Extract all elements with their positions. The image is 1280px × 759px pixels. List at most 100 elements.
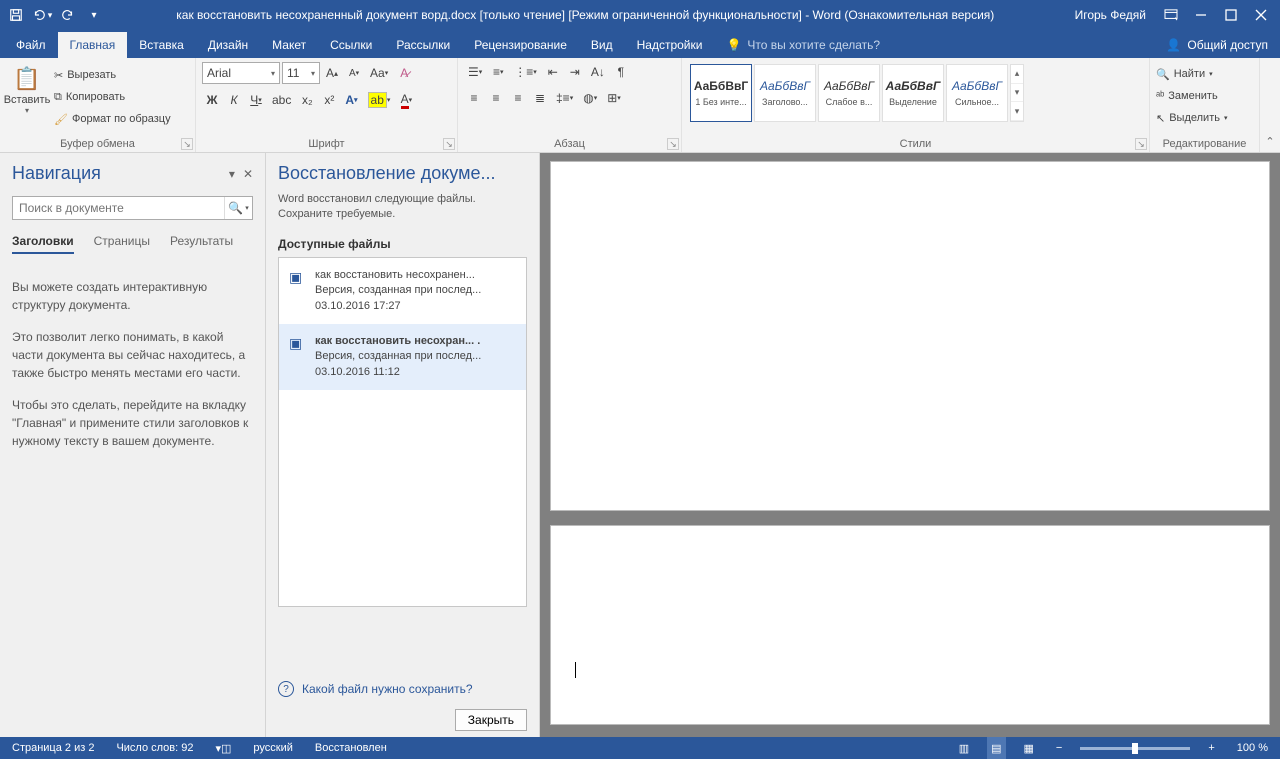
search-button[interactable]: 🔍▾ <box>224 197 252 219</box>
word-doc-icon: ▣ <box>289 335 307 353</box>
copy-button[interactable]: ⧉Копировать <box>54 87 171 107</box>
tab-design[interactable]: Дизайн <box>196 32 260 58</box>
borders-button[interactable]: ⊞▾ <box>603 88 625 108</box>
select-button[interactable]: ↖Выделить▾ <box>1156 108 1227 128</box>
page-indicator[interactable]: Страница 2 из 2 <box>8 737 98 759</box>
search-icon: 🔍 <box>1156 68 1170 81</box>
font-size-combo[interactable]: 11▾ <box>282 62 320 84</box>
web-layout-icon[interactable]: ▦ <box>1020 737 1038 759</box>
recovery-close-button[interactable]: Закрыть <box>455 709 527 731</box>
italic-button[interactable]: К <box>224 90 244 110</box>
cut-button[interactable]: ✂Вырезать <box>54 65 171 85</box>
grow-font-button[interactable]: A▴ <box>322 63 342 83</box>
collapse-ribbon-button[interactable]: ⌃ <box>1260 58 1280 152</box>
close-icon[interactable] <box>1246 0 1276 30</box>
zoom-level[interactable]: 100 % <box>1233 737 1272 759</box>
zoom-slider[interactable] <box>1080 747 1190 750</box>
minimize-icon[interactable] <box>1186 0 1216 30</box>
tell-me[interactable]: 💡Что вы хотите сделать? <box>714 32 892 58</box>
qat-customize-icon[interactable]: ▾ <box>82 3 106 27</box>
undo-icon[interactable]: ▾ <box>30 3 54 27</box>
bold-button[interactable]: Ж <box>202 90 222 110</box>
font-dialog-launcher[interactable]: ↘ <box>443 138 455 150</box>
status-bar: Страница 2 из 2 Число слов: 92 ▾◫ русски… <box>0 737 1280 759</box>
tab-review[interactable]: Рецензирование <box>462 32 579 58</box>
style-strong[interactable]: АаБбВвГСильное... <box>946 64 1008 122</box>
tab-mailings[interactable]: Рассылки <box>384 32 462 58</box>
change-case-button[interactable]: Aa▾ <box>366 63 392 83</box>
styles-gallery[interactable]: АаБбВвГ1 Без инте... АаБбВвГЗаголово... … <box>688 62 1026 124</box>
search-input[interactable] <box>13 197 224 219</box>
tab-home[interactable]: Главная <box>58 32 128 58</box>
show-marks-button[interactable]: ¶ <box>611 62 631 82</box>
tab-references[interactable]: Ссылки <box>318 32 384 58</box>
style-subtle[interactable]: АаБбВвГСлабое в... <box>818 64 880 122</box>
zoom-in-button[interactable]: + <box>1204 737 1218 759</box>
multilevel-button[interactable]: ⋮≡▾ <box>510 62 541 82</box>
ribbon-display-icon[interactable] <box>1156 0 1186 30</box>
share-button[interactable]: 👤Общий доступ <box>1154 32 1280 58</box>
decrease-indent-button[interactable]: ⇤ <box>543 62 563 82</box>
text-effects-button[interactable]: A▾ <box>341 90 361 110</box>
page[interactable] <box>550 161 1270 511</box>
tab-view[interactable]: Вид <box>579 32 625 58</box>
recovery-item[interactable]: ▣ как восстановить несохран... . Версия,… <box>279 324 526 390</box>
style-emphasis[interactable]: АаБбВвГВыделение <box>882 64 944 122</box>
save-icon[interactable] <box>4 3 28 27</box>
numbering-button[interactable]: ≡▾ <box>488 62 508 82</box>
nav-dropdown-icon[interactable]: ▾ <box>229 167 235 181</box>
subscript-button[interactable]: x₂ <box>297 90 317 110</box>
nav-close-icon[interactable]: ✕ <box>243 167 253 181</box>
font-color-button[interactable]: A▾ <box>396 90 416 110</box>
paragraph-dialog-launcher[interactable]: ↘ <box>667 138 679 150</box>
superscript-button[interactable]: x² <box>319 90 339 110</box>
shading-button[interactable]: ◍▾ <box>579 88 601 108</box>
justify-button[interactable]: ≣ <box>530 88 550 108</box>
strikethrough-button[interactable]: abc <box>268 90 295 110</box>
font-name-combo[interactable]: Arial▾ <box>202 62 280 84</box>
styles-dialog-launcher[interactable]: ↘ <box>1135 138 1147 150</box>
tab-insert[interactable]: Вставка <box>127 32 196 58</box>
recovery-item[interactable]: ▣ как восстановить несохранен... Версия,… <box>279 258 526 324</box>
format-painter-button[interactable]: 🖌Формат по образцу <box>54 109 171 129</box>
navigation-search[interactable]: 🔍▾ <box>12 196 253 220</box>
bullets-button[interactable]: ☰▾ <box>464 62 486 82</box>
underline-button[interactable]: Ч▾ <box>246 90 266 110</box>
format-painter-label: Формат по образцу <box>72 113 171 125</box>
highlight-button[interactable]: ab▾ <box>364 90 395 110</box>
align-left-button[interactable]: ≡ <box>464 88 484 108</box>
maximize-icon[interactable] <box>1216 0 1246 30</box>
read-mode-icon[interactable]: ▥ <box>955 737 973 759</box>
shrink-font-button[interactable]: A▾ <box>344 63 364 83</box>
paste-button[interactable]: 📋 Вставить ▾ <box>6 62 48 115</box>
spellcheck-icon[interactable]: ▾◫ <box>212 737 236 759</box>
navigation-pane: Навигация ▾ ✕ 🔍▾ Заголовки Страницы Резу… <box>0 153 266 737</box>
align-right-button[interactable]: ≡ <box>508 88 528 108</box>
styles-more[interactable]: ▴▾▾ <box>1010 64 1024 122</box>
document-area[interactable] <box>540 153 1280 737</box>
recovery-help-link[interactable]: ? Какой файл нужно сохранить? <box>278 675 527 703</box>
sort-button[interactable]: A↓ <box>587 62 609 82</box>
zoom-out-button[interactable]: − <box>1052 737 1066 759</box>
increase-indent-button[interactable]: ⇥ <box>565 62 585 82</box>
style-heading1[interactable]: АаБбВвГЗаголово... <box>754 64 816 122</box>
word-count[interactable]: Число слов: 92 <box>112 737 197 759</box>
style-normal[interactable]: АаБбВвГ1 Без инте... <box>690 64 752 122</box>
tab-layout[interactable]: Макет <box>260 32 318 58</box>
user-name[interactable]: Игорь Федяй <box>1065 8 1156 22</box>
align-center-button[interactable]: ≡ <box>486 88 506 108</box>
tab-addins[interactable]: Надстройки <box>625 32 715 58</box>
redo-icon[interactable] <box>56 3 80 27</box>
clear-formatting-button[interactable]: A̷ <box>394 63 414 83</box>
nav-tab-pages[interactable]: Страницы <box>94 234 150 254</box>
line-spacing-button[interactable]: ‡≡▾ <box>552 88 577 108</box>
nav-tab-headings[interactable]: Заголовки <box>12 234 74 254</box>
clipboard-dialog-launcher[interactable]: ↘ <box>181 138 193 150</box>
print-layout-icon[interactable]: ▤ <box>987 737 1005 759</box>
nav-tab-results[interactable]: Результаты <box>170 234 233 254</box>
language-indicator[interactable]: русский <box>249 737 296 759</box>
replace-button[interactable]: ᵃᵇЗаменить <box>1156 86 1218 106</box>
find-button[interactable]: 🔍Найти▾ <box>1156 64 1213 84</box>
page[interactable] <box>550 525 1270 725</box>
tab-file[interactable]: Файл <box>4 32 58 58</box>
